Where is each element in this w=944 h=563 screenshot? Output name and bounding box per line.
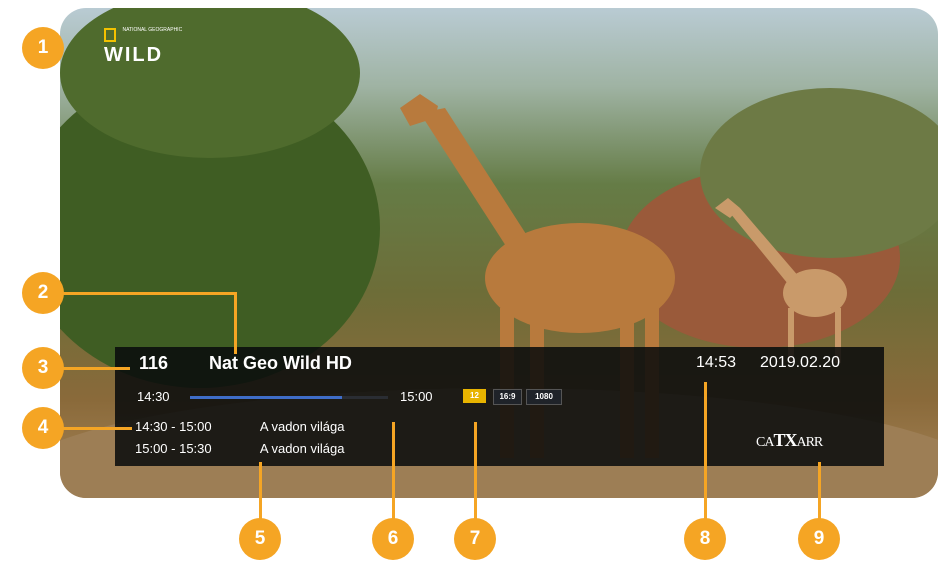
callout-7: 7 — [454, 518, 496, 560]
current-date: 2019.02.20 — [760, 354, 841, 371]
info-banner: 116 Nat Geo Wild HD 14:53 2019.02.20 14:… — [115, 347, 884, 466]
resolution-badge: 1080 — [526, 389, 562, 405]
callout-8: 8 — [684, 518, 726, 560]
current-time: 14:53 — [696, 354, 737, 371]
logo-name: WILD — [104, 44, 164, 66]
callout-5: 5 — [239, 518, 281, 560]
epg-title: A vadon világa — [259, 419, 345, 434]
callout-3: 3 — [22, 347, 64, 389]
channel-name: Nat Geo Wild HD — [209, 353, 352, 373]
program-progress-bar — [190, 396, 388, 399]
callout-line-8 — [704, 382, 707, 522]
provider-logo-main: TX — [773, 430, 797, 450]
callout-line-2-h — [62, 292, 236, 295]
epg-time: 14:30 - 15:00 — [135, 419, 212, 434]
age-rating-badge: 12 — [463, 389, 486, 403]
callout-4: 4 — [22, 407, 64, 449]
provider-logo-prefix: CA — [756, 435, 774, 450]
logo-brand-small: NATIONAL GEOGRAPHIC — [122, 27, 183, 33]
epg-row-current: 14:30 - 15:00 A vadon világa — [135, 419, 344, 434]
callout-line-9 — [818, 462, 821, 522]
provider-logo-suffix: ARR — [796, 435, 823, 450]
callout-line-3 — [62, 367, 130, 370]
epg-row-next: 15:00 - 15:30 A vadon világa — [135, 441, 344, 456]
callout-line-5 — [259, 462, 262, 522]
program-start-time: 14:30 — [137, 389, 170, 404]
channel-number: 116 — [139, 353, 169, 373]
provider-logo: CATXARR — [756, 430, 823, 451]
callout-line-4 — [62, 427, 132, 430]
callout-2: 2 — [22, 272, 64, 314]
program-progress-fill — [190, 396, 343, 399]
epg-time: 15:00 - 15:30 — [135, 441, 212, 456]
aspect-ratio-badge: 16:9 — [493, 389, 522, 405]
callout-9: 9 — [798, 518, 840, 560]
callout-line-7 — [474, 422, 477, 522]
nat-geo-frame-icon — [104, 28, 116, 42]
callout-6: 6 — [372, 518, 414, 560]
program-end-time: 15:00 — [400, 389, 433, 404]
epg-title: A vadon világa — [259, 441, 345, 456]
callout-line-2-v — [234, 292, 237, 354]
callout-line-6 — [392, 422, 395, 522]
callout-1: 1 — [22, 27, 64, 69]
channel-logo: NATIONAL GEOGRAPHIC WILD — [104, 28, 182, 67]
